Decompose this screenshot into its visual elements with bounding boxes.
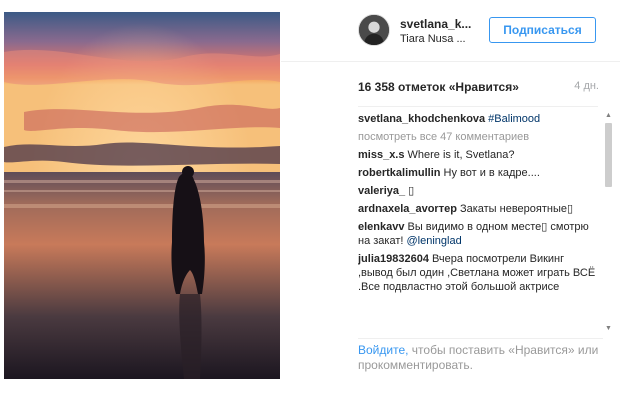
profile-photo-icon bbox=[359, 15, 389, 45]
comment-author[interactable]: elenkavv bbox=[358, 221, 404, 233]
list-item: robertkalimullin Ну вот и в кадре.... bbox=[358, 166, 598, 180]
post-location[interactable]: Tiara Nusa ... bbox=[400, 33, 466, 45]
sunset-beach-image bbox=[4, 12, 280, 379]
comment-author[interactable]: julia19832604 bbox=[358, 253, 429, 265]
scroll-down-icon[interactable]: ▼ bbox=[604, 324, 613, 333]
list-item: valeriya_ ▯ bbox=[358, 184, 598, 198]
comments-list[interactable]: svetlana_khodchenkova #Balimood посмотрет… bbox=[358, 106, 598, 333]
post-panel: svetlana_k... Tiara Nusa ... Подписаться… bbox=[281, 0, 620, 409]
login-link[interactable]: Войдите, bbox=[358, 343, 408, 357]
avatar[interactable] bbox=[358, 14, 390, 46]
author-username[interactable]: svetlana_k... bbox=[400, 17, 471, 31]
hashtag-link[interactable]: #Balimood bbox=[488, 113, 540, 125]
scroll-thumb[interactable] bbox=[605, 123, 612, 187]
follow-button[interactable]: Подписаться bbox=[489, 17, 596, 43]
comment-text: Ну вот и в кадре.... bbox=[443, 167, 540, 179]
login-prompt: Войдите, чтобы поставить «Нравится» или … bbox=[358, 338, 603, 398]
post-time[interactable]: 4 дн. bbox=[574, 80, 599, 92]
likes-row: 16 358 отметок «Нравится» 4 дн. bbox=[358, 80, 603, 96]
post-header: svetlana_k... Tiara Nusa ... Подписаться bbox=[281, 0, 620, 62]
comment-author[interactable]: robertkalimullin bbox=[358, 167, 441, 179]
comment-author[interactable]: valeriya_ bbox=[358, 185, 405, 197]
caption: svetlana_khodchenkova #Balimood bbox=[358, 112, 598, 126]
scroll-up-icon[interactable]: ▲ bbox=[604, 111, 613, 120]
likes-count[interactable]: 16 358 отметок «Нравится» bbox=[358, 80, 519, 94]
comment-author[interactable]: miss_x.s bbox=[358, 149, 404, 161]
comment-text: Where is it, Svetlana? bbox=[407, 149, 515, 161]
mention-link[interactable]: @leninglad bbox=[407, 235, 462, 247]
list-item: elenkavv Вы видимо в одном месте▯ смотрю … bbox=[358, 220, 598, 248]
comment-text: Закаты невероятные▯ bbox=[459, 203, 574, 215]
comments-scrollbar[interactable]: ▲ ▼ bbox=[604, 111, 613, 333]
comment-author[interactable]: ardnaxela_avorтер bbox=[358, 203, 457, 215]
list-item: julia19832604 Вчера посмотрели Викинг ,вы… bbox=[358, 252, 598, 294]
footer-fade bbox=[358, 390, 603, 404]
comment-author[interactable]: svetlana_khodchenkova bbox=[358, 113, 485, 125]
post-photo[interactable] bbox=[4, 12, 280, 379]
list-item: miss_x.s Where is it, Svetlana? bbox=[358, 148, 598, 162]
comment-text: ▯ bbox=[408, 185, 415, 197]
list-item: ardnaxela_avorтер Закаты невероятные▯ bbox=[358, 202, 598, 216]
view-all-comments-link[interactable]: посмотреть все 47 комментариев bbox=[358, 130, 598, 144]
